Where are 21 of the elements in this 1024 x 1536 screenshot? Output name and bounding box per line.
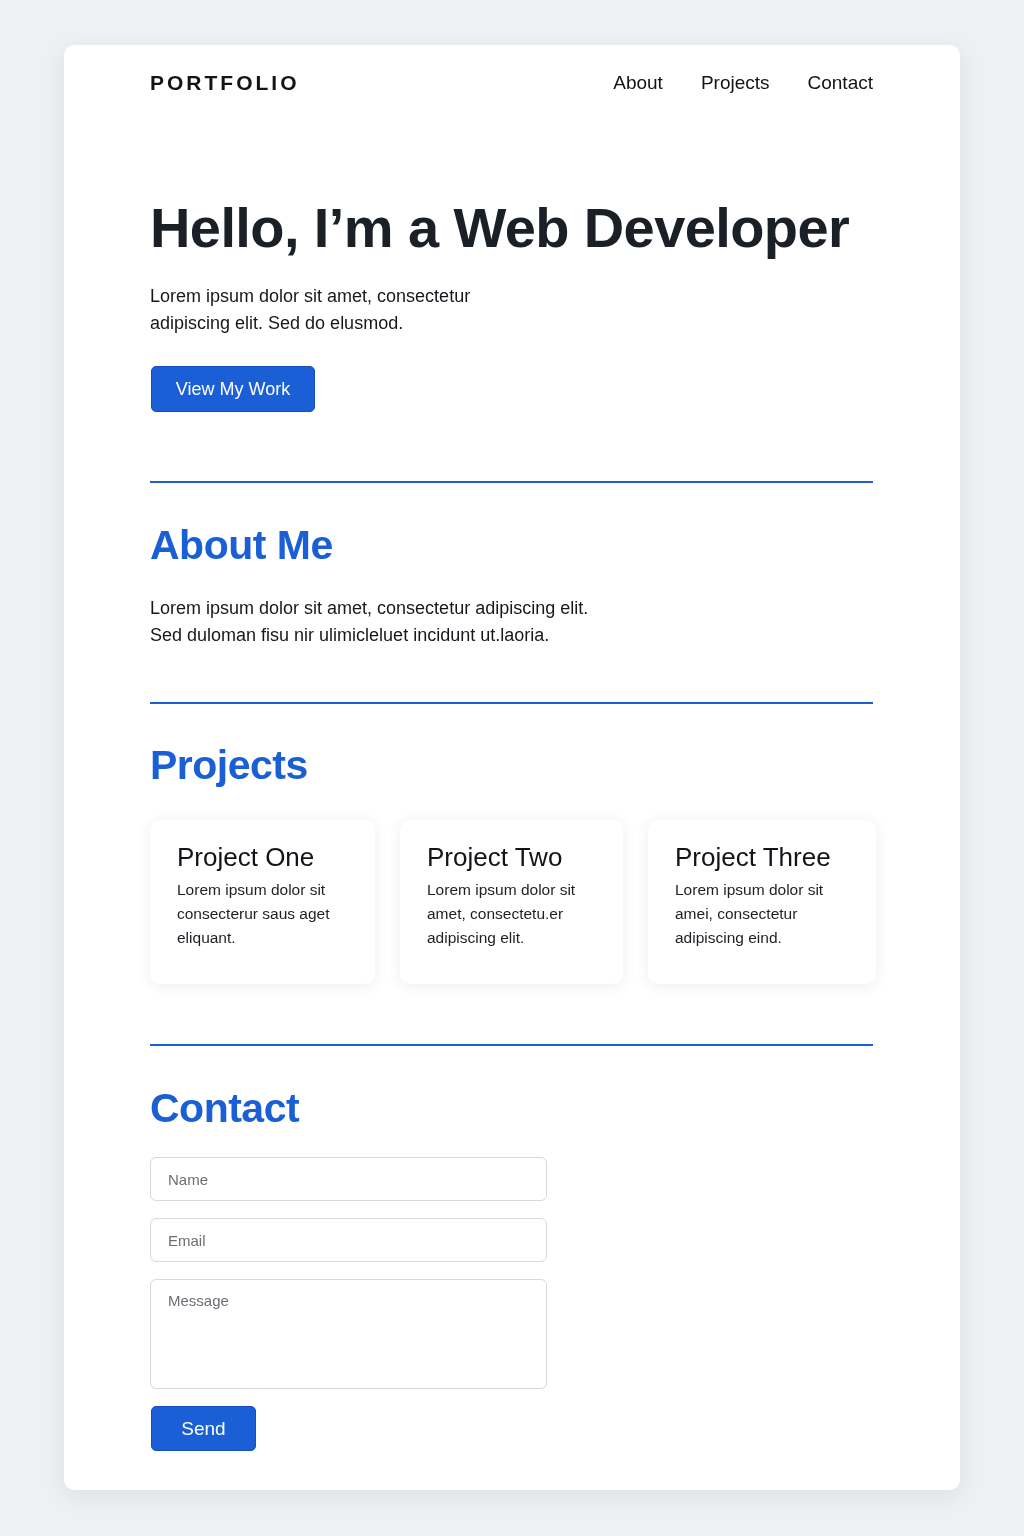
message-field[interactable]: Message bbox=[150, 1279, 547, 1389]
input-field[interactable]: Email bbox=[150, 1218, 547, 1262]
hero-title: Hello, I’m a Web Developer bbox=[150, 197, 851, 259]
view-work-button[interactable]: View My Work bbox=[151, 366, 315, 412]
nav-link[interactable]: About bbox=[613, 70, 663, 96]
section-heading: Contact bbox=[150, 1084, 301, 1132]
logo: PORTFOLIO bbox=[150, 70, 300, 96]
input-field[interactable]: Name bbox=[150, 1157, 547, 1201]
nav-link[interactable]: Projects bbox=[700, 70, 770, 96]
send-button[interactable]: Send bbox=[151, 1406, 256, 1451]
project-text: Lorem ipsum dolor sit amet, consectetu.er adipiscing elit. bbox=[427, 880, 577, 948]
section-heading: About Me bbox=[150, 521, 334, 569]
hero-text: Lorem ipsum dolor sit amet, consectetur adipiscing elit. Sed do elusmod. bbox=[150, 285, 472, 335]
about-text: Lorem ipsum dolor sit amet, consectetur adipiscing elit. Sed duloman fisu nir ulimicleluet incidunt ut.laoria. bbox=[150, 597, 590, 647]
project-title: Project One bbox=[177, 842, 316, 872]
nav-link[interactable]: Contact bbox=[807, 70, 873, 96]
project-text: Lorem ipsum dolor sit consecterur saus aget eliquant. bbox=[177, 880, 331, 948]
section-heading: Projects bbox=[150, 741, 309, 789]
project-text: Lorem ipsum dolor sit amei, consectetur adipiscing eind. bbox=[675, 880, 825, 948]
project-title: Project Two bbox=[427, 842, 564, 872]
project-title: Project Three bbox=[675, 842, 832, 872]
